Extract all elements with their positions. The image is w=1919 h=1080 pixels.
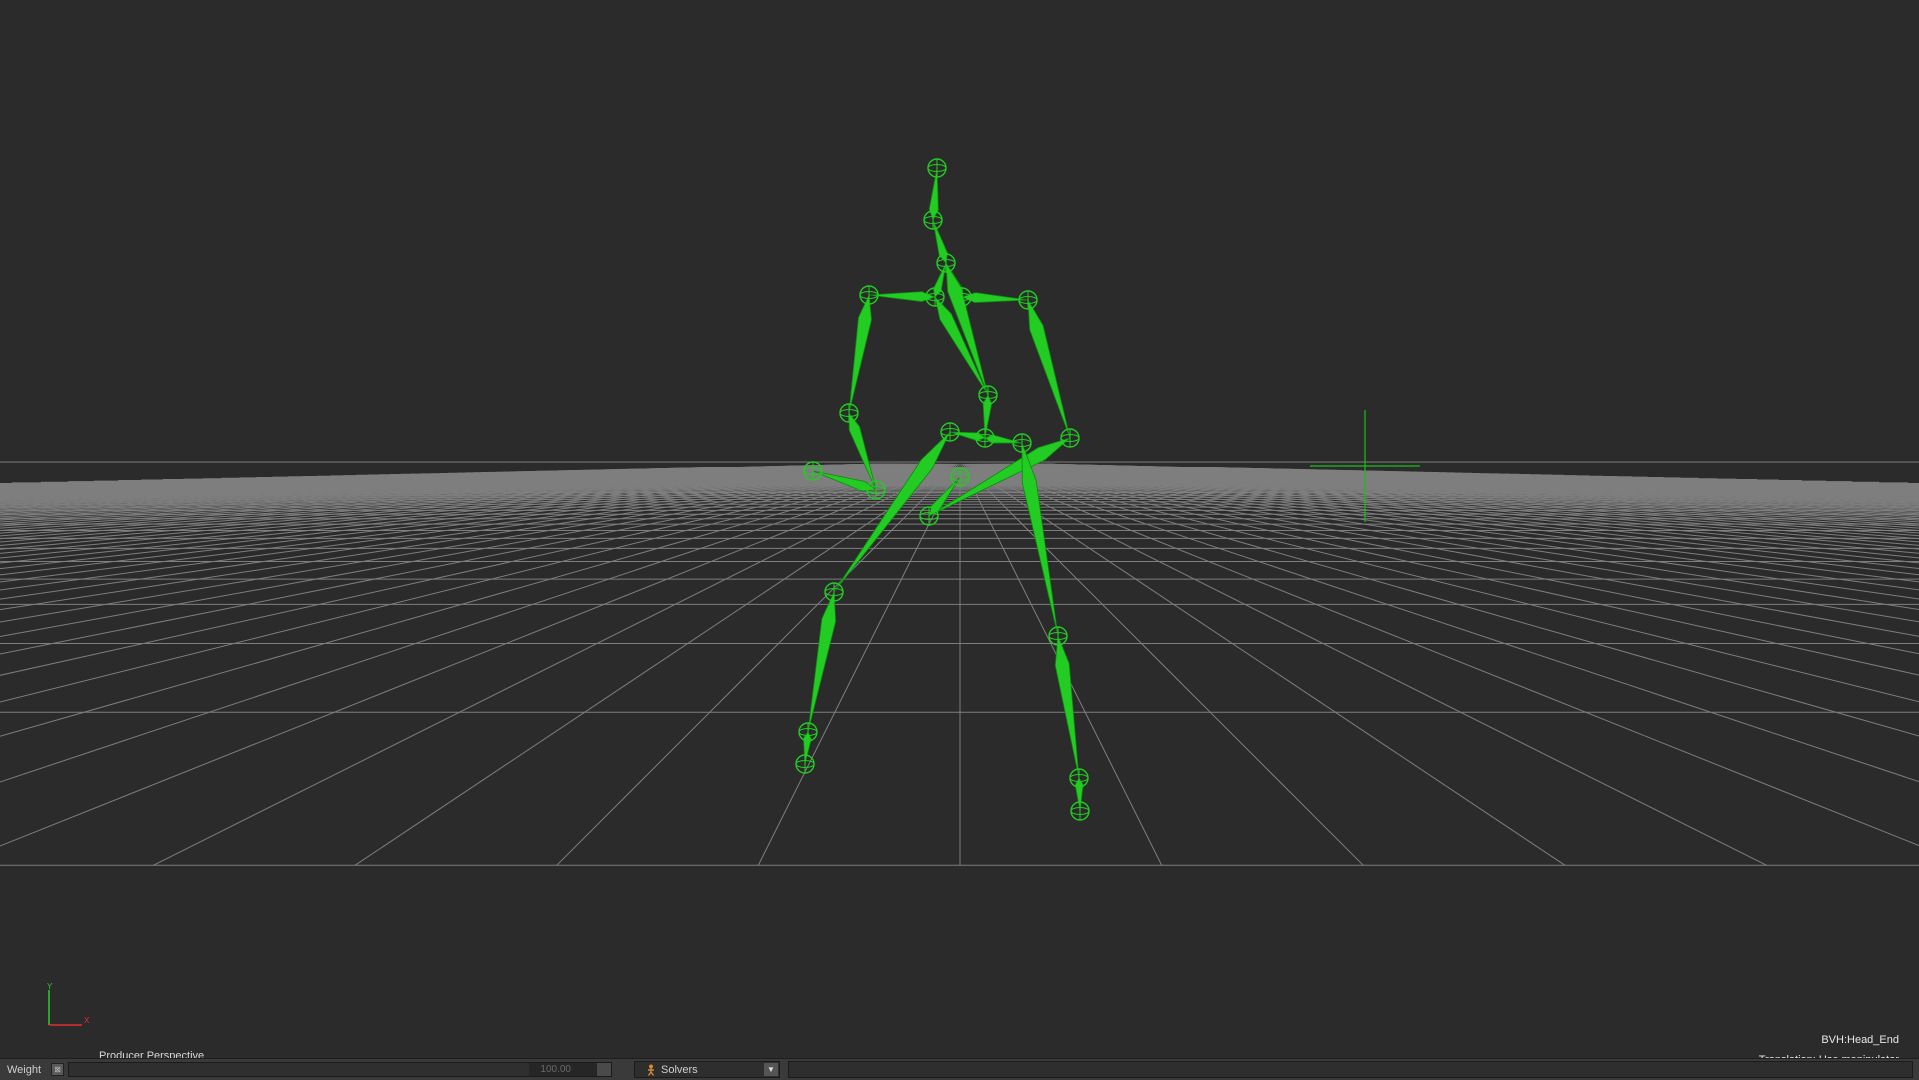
joint-lelb[interactable] [1061, 429, 1079, 447]
chevron-down-icon[interactable]: ▼ [764, 1063, 778, 1076]
joint-relb[interactable] [840, 404, 858, 422]
svg-text:X: X [84, 1016, 90, 1025]
bone-rknee-rank[interactable] [808, 592, 836, 732]
joint-lank[interactable] [1070, 769, 1088, 787]
joint-ltoe[interactable] [1071, 802, 1089, 820]
joint-lwr[interactable] [920, 507, 938, 525]
solver-figure-icon [645, 1064, 657, 1076]
joint-neck[interactable] [937, 254, 955, 272]
joint-head_end[interactable] [928, 159, 946, 177]
solvers-label: Solvers [661, 1064, 698, 1076]
weight-value: 100.00 [540, 1063, 571, 1076]
weight-slider-end-button[interactable] [597, 1063, 611, 1076]
joint-lknee[interactable] [1049, 627, 1067, 645]
bone-lsh-lelb[interactable] [1028, 300, 1070, 438]
selected-object-label: BVH:Head_End [1759, 1030, 1899, 1050]
floor-grid [0, 462, 1919, 865]
solvers-dropdown[interactable]: Solvers ▼ [634, 1061, 780, 1078]
weight-slider-fill [69, 1063, 529, 1076]
joint-rtoe[interactable] [796, 755, 814, 773]
3d-viewport[interactable] [0, 0, 1919, 1058]
joint-rank[interactable] [799, 723, 817, 741]
svg-text:Y: Y [47, 982, 53, 991]
weight-slider[interactable]: 100.00 [68, 1062, 612, 1077]
bottom-toolbar: Weight ⊠ 100.00 Solvers ▼ [0, 1058, 1919, 1080]
bone-lclav-lsh[interactable] [962, 293, 1028, 303]
axis-gizmo: Y X [40, 980, 100, 1030]
joint-head[interactable] [924, 211, 942, 229]
weight-key-button[interactable]: ⊠ [51, 1063, 64, 1076]
joint-spine[interactable] [979, 386, 997, 404]
bone-lknee-lank[interactable] [1055, 636, 1079, 778]
weight-label: Weight [7, 1064, 51, 1076]
bone-rsh-relb[interactable] [849, 295, 871, 413]
property-field[interactable] [788, 1061, 1913, 1078]
joint-rknee[interactable] [825, 583, 843, 601]
bone-rclav-rsh[interactable] [869, 292, 935, 302]
